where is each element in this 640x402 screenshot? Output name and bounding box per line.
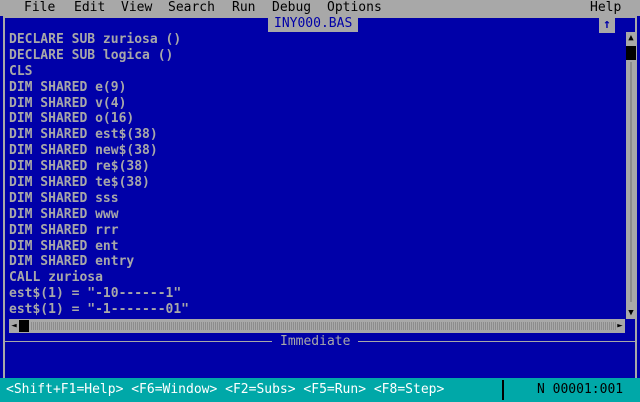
code-line[interactable]: est$(1) = "-1-------01" xyxy=(9,302,621,318)
vertical-scroll-track xyxy=(630,62,632,302)
menu-search[interactable]: Search xyxy=(168,0,215,16)
code-line[interactable]: DIM SHARED e(9) xyxy=(9,80,621,96)
vertical-scrollbar[interactable]: ▲ ▼ xyxy=(626,32,636,319)
code-line[interactable]: DIM SHARED ent xyxy=(9,239,621,255)
code-line[interactable]: est$(1) = "-10------1" xyxy=(9,286,621,302)
horizontal-scroll-thumb[interactable] xyxy=(19,320,29,332)
immediate-title: Immediate xyxy=(272,334,359,350)
cursor-position: N 00001:001 xyxy=(537,382,624,397)
vertical-scroll-thumb[interactable] xyxy=(626,46,636,60)
menu-view[interactable]: View xyxy=(121,0,152,16)
horizontal-scroll-track xyxy=(31,322,617,330)
menu-debug[interactable]: Debug xyxy=(272,0,311,16)
maximize-icon[interactable]: ↑ xyxy=(599,17,615,33)
code-line[interactable]: DECLARE SUB logica () xyxy=(9,48,621,64)
status-separator xyxy=(502,380,504,400)
code-line[interactable]: DIM SHARED o(16) xyxy=(9,111,621,127)
status-hints: <Shift+F1=Help> <F6=Window> <F2=Subs> <F… xyxy=(6,382,445,397)
code-line[interactable]: DECLARE SUB zuriosa () xyxy=(9,32,621,48)
status-bar: <Shift+F1=Help> <F6=Window> <F2=Subs> <F… xyxy=(0,378,640,402)
code-line[interactable]: CLS xyxy=(9,64,621,80)
menu-edit[interactable]: Edit xyxy=(74,0,105,16)
code-editor[interactable]: DECLARE SUB zuriosa () DECLARE SUB logica… xyxy=(9,32,621,319)
code-line[interactable]: CALL zuriosa xyxy=(9,270,621,286)
code-line[interactable]: DIM SHARED te$(38) xyxy=(9,175,621,191)
menu-bar: File Edit View Search Run Debug Options … xyxy=(0,0,640,16)
code-line[interactable]: DIM SHARED est$(38) xyxy=(9,127,621,143)
scroll-right-arrow-icon[interactable]: ► xyxy=(615,319,625,333)
menu-file[interactable]: File xyxy=(24,0,55,16)
editor-title: INY000.BAS xyxy=(268,16,359,32)
code-line[interactable]: DIM SHARED rrr xyxy=(9,223,621,239)
code-line[interactable]: DIM SHARED new$(38) xyxy=(9,143,621,159)
menu-options[interactable]: Options xyxy=(327,0,382,16)
code-line[interactable]: DIM SHARED v(4) xyxy=(9,96,621,112)
code-line[interactable]: DIM SHARED www xyxy=(9,207,621,223)
scroll-down-arrow-icon[interactable]: ▼ xyxy=(626,307,636,319)
menu-help[interactable]: Help xyxy=(590,0,621,16)
menu-run[interactable]: Run xyxy=(232,0,255,16)
code-line[interactable]: DIM SHARED re$(38) xyxy=(9,159,621,175)
code-line[interactable]: DIM SHARED sss xyxy=(9,191,621,207)
scroll-left-arrow-icon[interactable]: ◄ xyxy=(9,319,19,333)
horizontal-scrollbar[interactable]: ◄ ► xyxy=(9,319,625,333)
code-line[interactable]: DIM SHARED entry xyxy=(9,254,621,270)
scroll-up-arrow-icon[interactable]: ▲ xyxy=(626,32,636,44)
